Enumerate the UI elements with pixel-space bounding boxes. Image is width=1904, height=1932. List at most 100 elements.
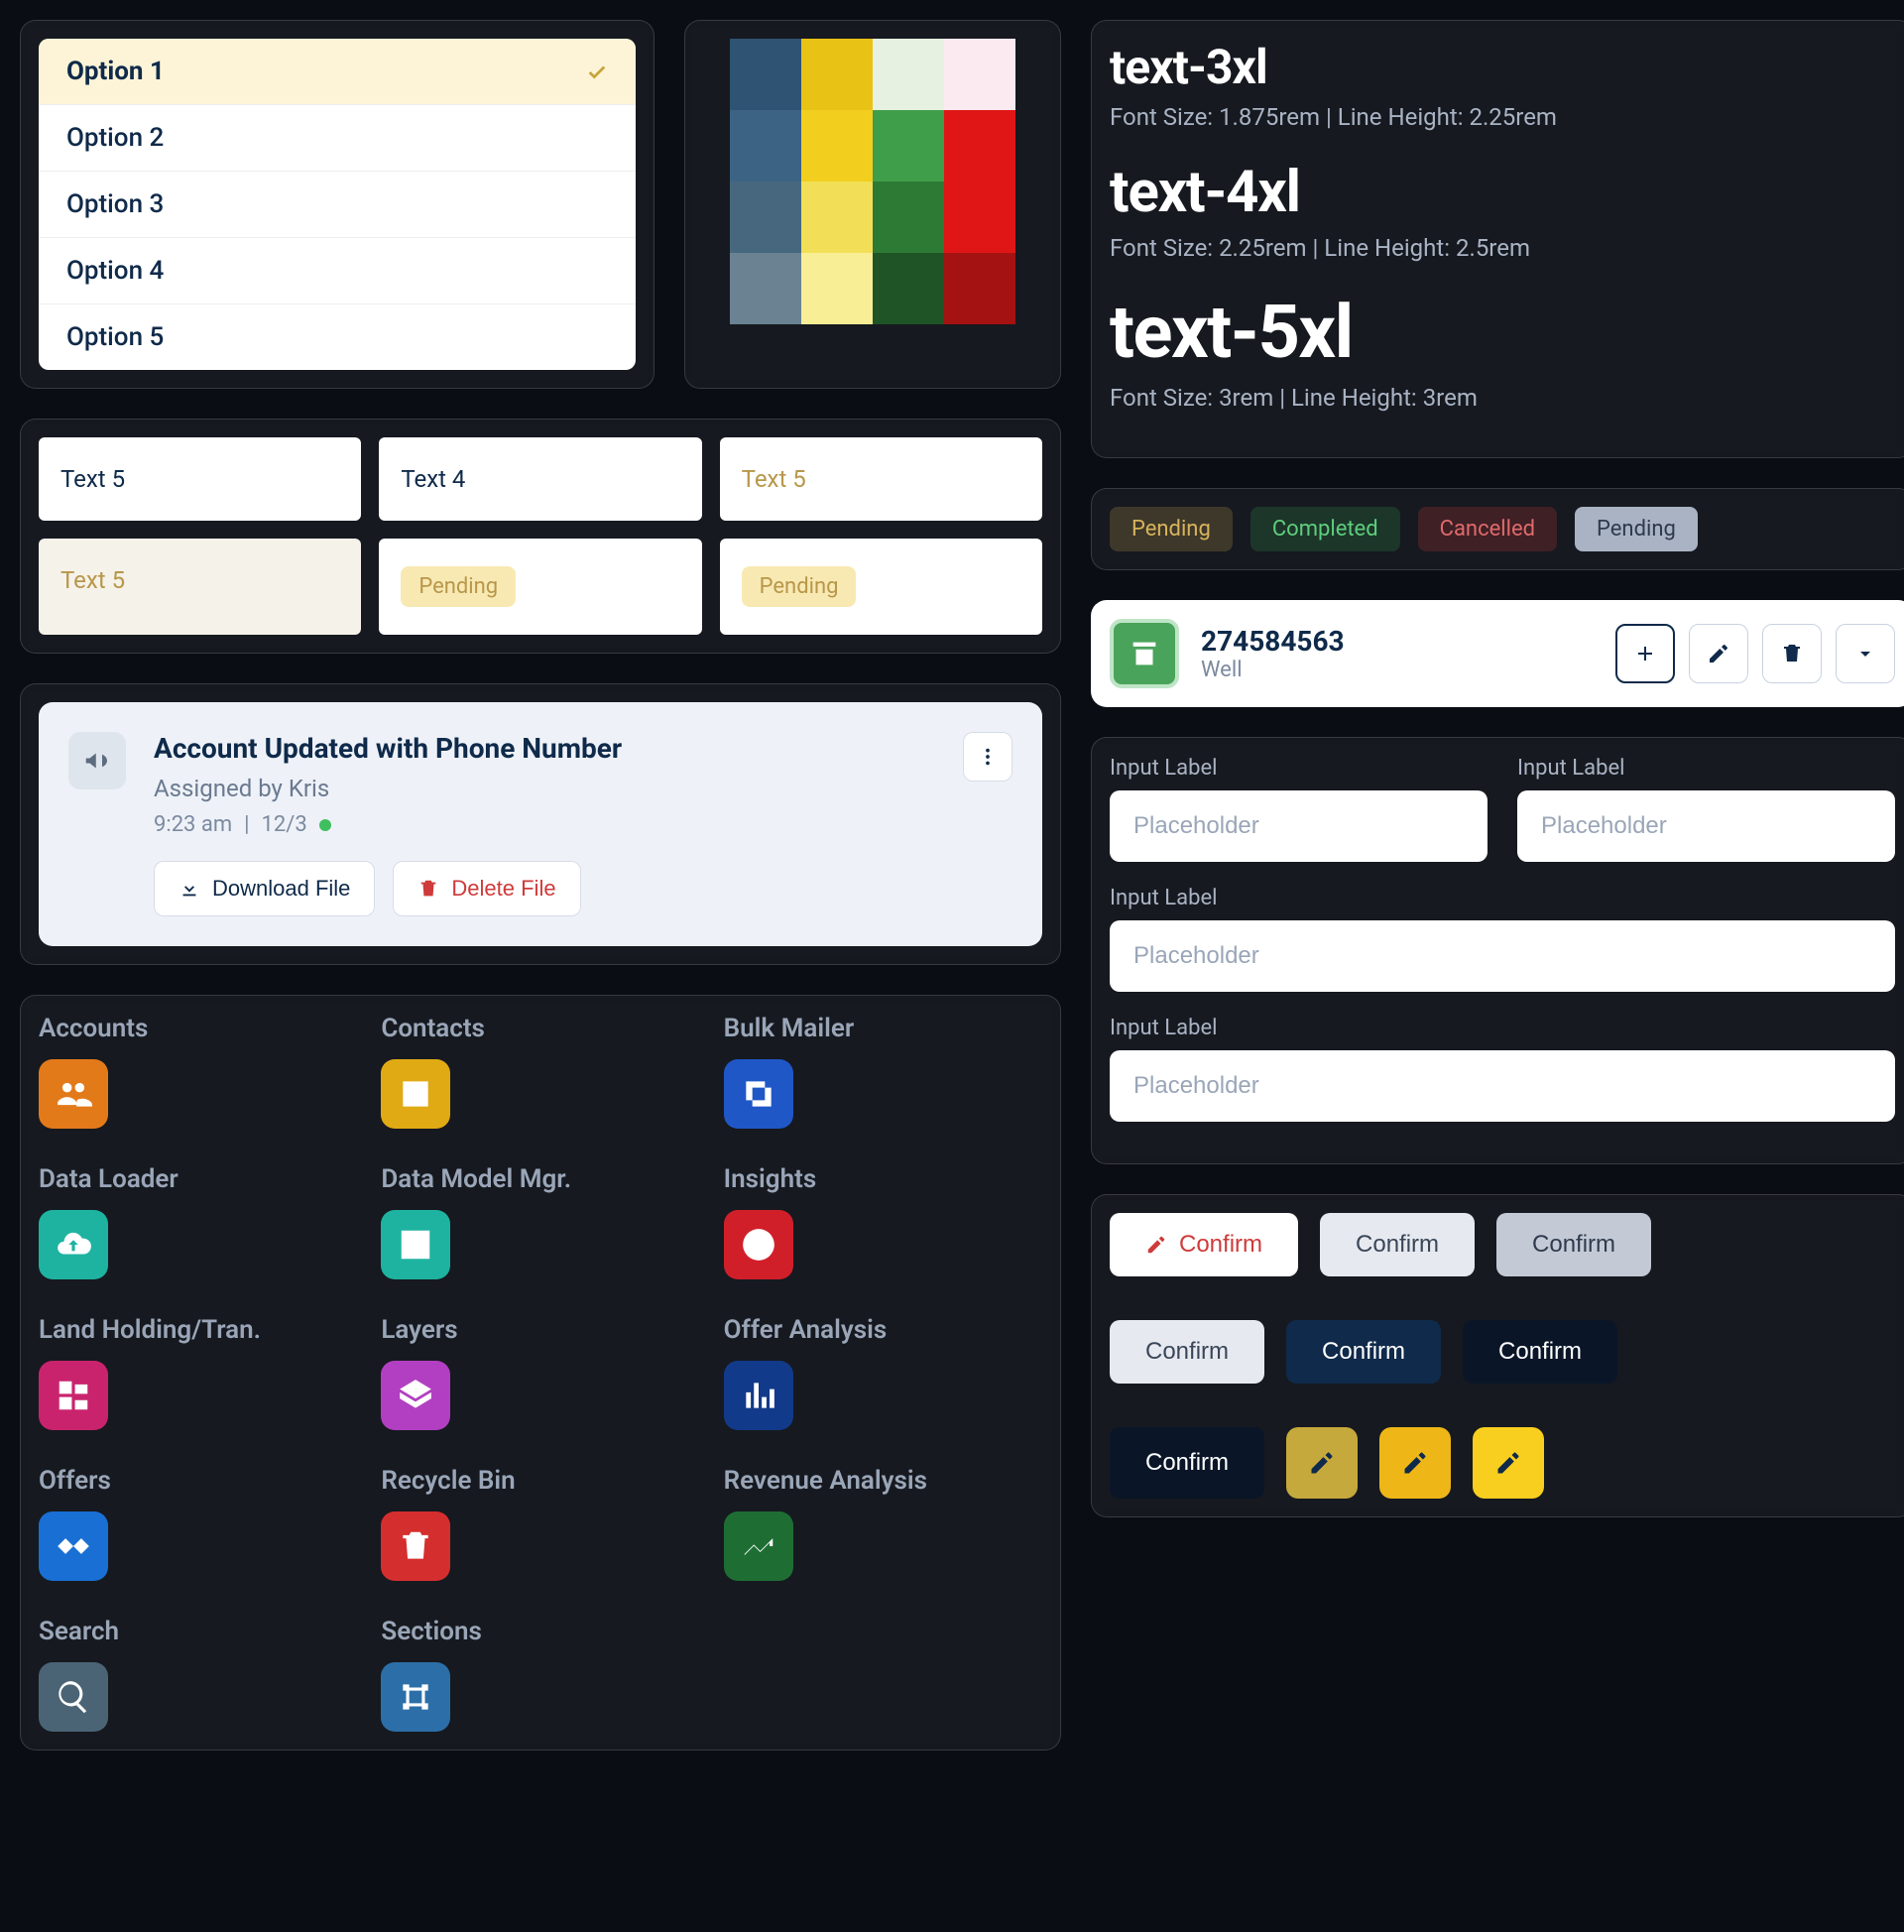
option-row-1[interactable]: Option 1 [39,39,636,105]
dropdown-button[interactable] [1836,624,1895,683]
id-icon [381,1059,450,1129]
color-swatch[interactable] [801,181,873,253]
typography-detail: Font Size: 1.875rem | Line Height: 2.25r… [1110,103,1895,131]
color-swatch[interactable] [730,181,801,253]
option-label: Option 5 [66,322,164,352]
edit-icon-button-olive[interactable] [1286,1427,1358,1499]
edit-button[interactable] [1689,624,1748,683]
delete-button[interactable] [1762,624,1822,683]
confirm-button-lightgrey-2[interactable]: Confirm [1110,1320,1264,1384]
text-card: Text 5 [720,437,1042,521]
pencil-icon [1308,1449,1336,1477]
text-input-2[interactable] [1517,790,1895,862]
edit-icon-button-gold[interactable] [1379,1427,1451,1499]
text-input-1[interactable] [1110,790,1488,862]
layers-icon [381,1361,450,1430]
option-label: Option 3 [66,189,164,219]
color-swatch[interactable] [873,39,944,110]
add-button[interactable] [1615,624,1675,683]
plus-icon [1633,642,1657,665]
well-icon [1110,619,1179,688]
color-swatch[interactable] [801,110,873,181]
color-swatch[interactable] [730,253,801,324]
option-row-4[interactable]: Option 4 [39,238,636,304]
edit-icon-button-yellow[interactable] [1473,1427,1544,1499]
delete-file-button[interactable]: Delete File [393,861,580,916]
trash-icon [417,878,439,900]
app-layers[interactable]: Layers [381,1315,699,1430]
color-swatch[interactable] [944,253,1015,324]
app-accounts[interactable]: Accounts [39,1014,357,1129]
app-offer-analysis[interactable]: Offer Analysis [724,1315,1042,1430]
app-land-holding-tran-[interactable]: Land Holding/Tran. [39,1315,357,1430]
notification-time: 9:23 am [154,812,232,837]
bbox-icon [381,1662,450,1732]
text-card: Text 4 [379,437,701,521]
color-swatch[interactable] [873,181,944,253]
color-swatch[interactable] [944,110,1015,181]
color-swatch[interactable] [801,253,873,324]
option-row-2[interactable]: Option 2 [39,105,636,172]
app-search[interactable]: Search [39,1617,357,1732]
status-chips-panel: PendingCompletedCancelledPending [1091,488,1904,570]
widgets-icon [39,1361,108,1430]
app-contacts[interactable]: Contacts [381,1014,699,1129]
confirm-button-grey[interactable]: Confirm [1496,1213,1651,1276]
color-swatch[interactable] [730,110,801,181]
color-swatch[interactable] [730,39,801,110]
app-label: Revenue Analysis [724,1466,1042,1496]
app-sections[interactable]: Sections [381,1617,699,1732]
more-actions-button[interactable] [963,732,1012,782]
option-row-3[interactable]: Option 3 [39,172,636,238]
option-row-5[interactable]: Option 5 [39,304,636,370]
typography-name: text-3xl [1110,39,1895,95]
app-offers[interactable]: Offers [39,1466,357,1581]
app-revenue-analysis[interactable]: Revenue Analysis [724,1466,1042,1581]
confirm-button-lightgrey[interactable]: Confirm [1320,1213,1475,1276]
text-input-3[interactable] [1110,920,1895,992]
app-insights[interactable]: Insights [724,1164,1042,1279]
typography-text-5xl: text-5xlFont Size: 3rem | Line Height: 3… [1110,290,1895,412]
app-label: Bulk Mailer [724,1014,1042,1043]
app-recycle-bin[interactable]: Recycle Bin [381,1466,699,1581]
megaphone-icon [68,732,126,789]
grid-icon [381,1210,450,1279]
typography-panel: text-3xl Font Size: 1.875rem | Line Heigh… [1091,20,1904,458]
pencil-icon [1145,1234,1167,1256]
confirm-button-dark[interactable]: Confirm [1463,1320,1617,1384]
entity-type: Well [1201,658,1594,682]
download-file-button[interactable]: Download File [154,861,375,916]
confirm-button-white[interactable]: Confirm [1110,1213,1298,1276]
app-bulk-mailer[interactable]: Bulk Mailer [724,1014,1042,1129]
color-swatch[interactable] [873,110,944,181]
app-data-loader[interactable]: Data Loader [39,1164,357,1279]
color-swatch[interactable] [944,181,1015,253]
typography-detail: Font Size: 2.25rem | Line Height: 2.5rem [1110,234,1895,262]
color-swatch[interactable] [873,253,944,324]
check-icon [586,60,608,82]
status-chip-pending: Pending [1110,507,1233,551]
text-input-4[interactable] [1110,1050,1895,1122]
people-icon [39,1059,108,1129]
notification-meta: 9:23 am | 12/3 [154,812,935,837]
cloud-up-icon [39,1210,108,1279]
app-label: Sections [381,1617,699,1646]
app-data-model-mgr-[interactable]: Data Model Mgr. [381,1164,699,1279]
status-chip-cancelled: Cancelled [1418,507,1557,551]
text-card: Text 5 [39,437,361,521]
confirm-button-dark-2[interactable]: Confirm [1110,1427,1264,1499]
trash-icon [381,1511,450,1581]
app-label: Land Holding/Tran. [39,1315,357,1345]
option-label: Option 4 [66,256,164,286]
caret-down-icon [1853,642,1877,665]
color-swatch[interactable] [944,39,1015,110]
pie-icon [724,1210,793,1279]
confirm-button-blue[interactable]: Confirm [1286,1320,1441,1384]
color-swatch[interactable] [801,39,873,110]
handshake-icon [39,1511,108,1581]
form-panel: Input LabelInput LabelInput LabelInput L… [1091,737,1904,1164]
app-label: Data Model Mgr. [381,1164,699,1194]
text-card: Pending [720,539,1042,635]
status-chip-pending: Pending [1575,507,1698,551]
stack-icon [724,1059,793,1129]
